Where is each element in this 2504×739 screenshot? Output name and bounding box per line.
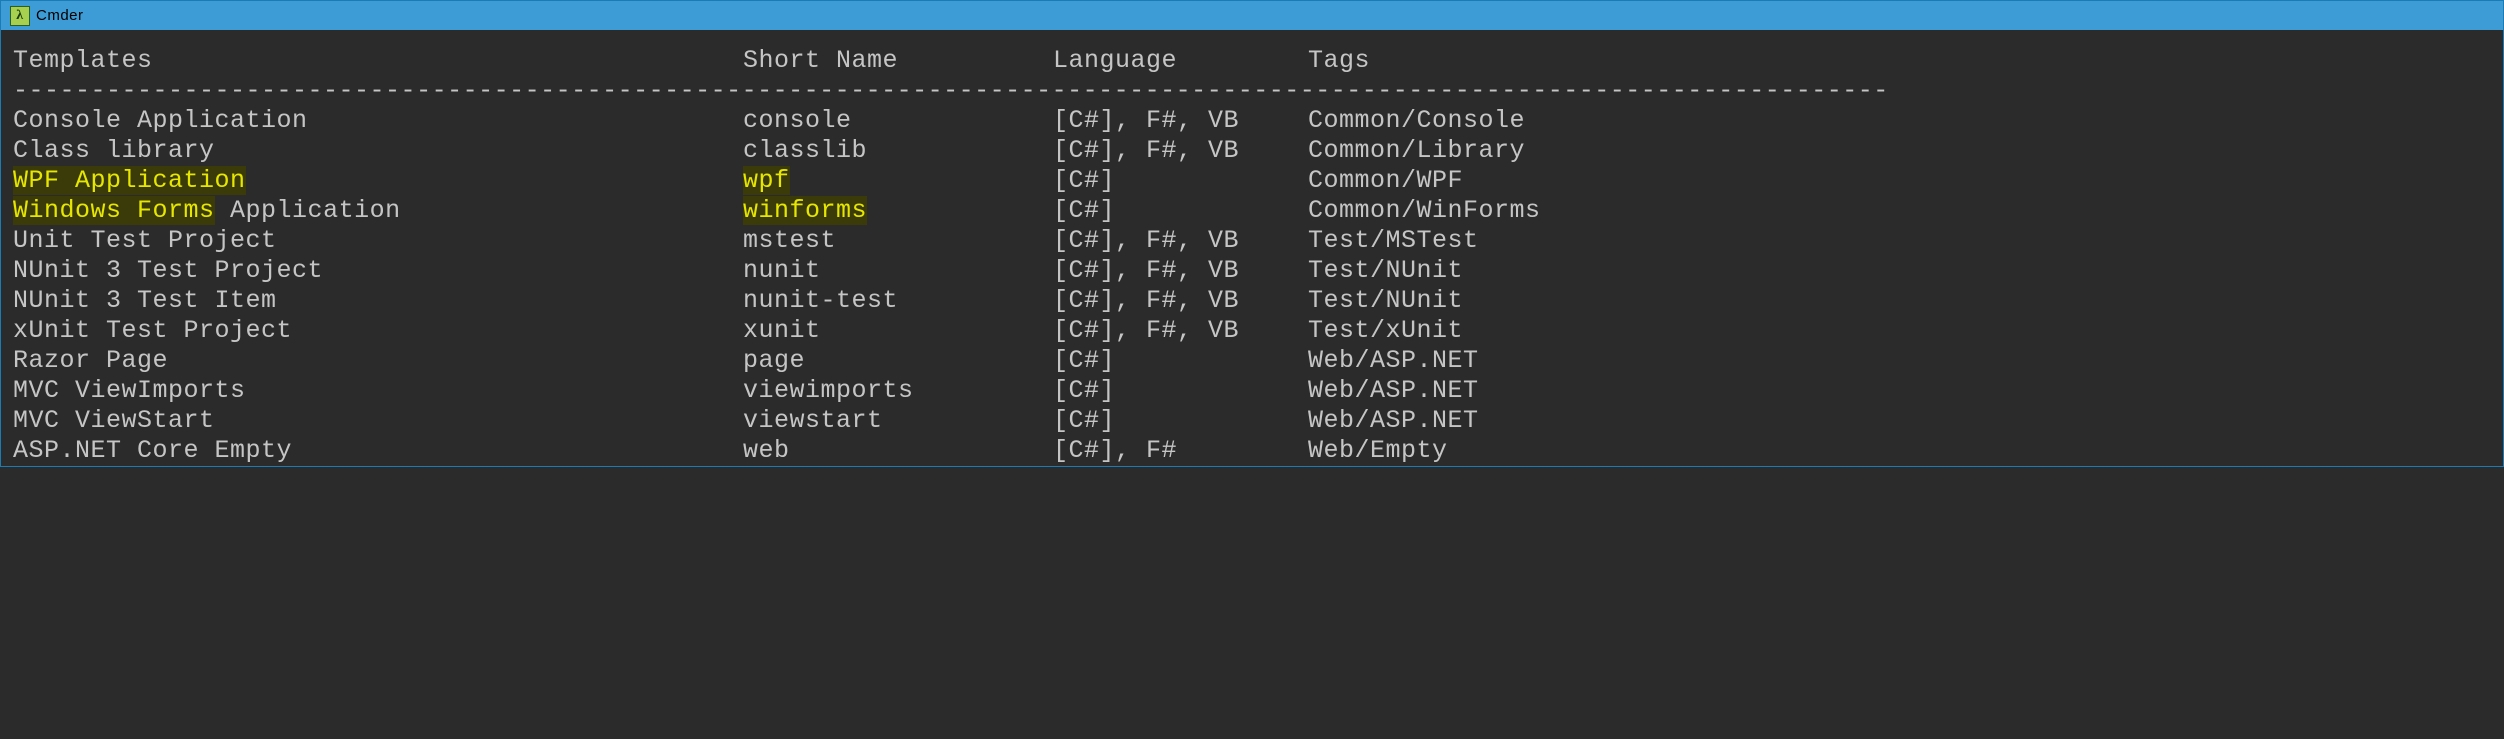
cell-tags: Web/ASP.NET xyxy=(1308,346,1479,376)
cell-shortname: nunit xyxy=(743,256,1053,286)
lambda-icon: λ xyxy=(10,6,30,26)
table-row: Class libraryclasslib[C#], F#, VBCommon/… xyxy=(13,136,2503,166)
cell-templates: xUnit Test Project xyxy=(13,316,743,346)
cell-tags: Web/ASP.NET xyxy=(1308,376,1479,406)
cell-tags: Web/ASP.NET xyxy=(1308,406,1479,436)
cell-shortname: page xyxy=(743,346,1053,376)
header-shortname: Short Name xyxy=(743,46,1053,76)
cell-tags: Common/Console xyxy=(1308,106,1525,136)
cell-language: [C#], F#, VB xyxy=(1053,286,1308,316)
cell-language: [C#], F# xyxy=(1053,436,1308,466)
cell-templates: ASP.NET Core Empty xyxy=(13,436,743,466)
cell-templates: Console Application xyxy=(13,106,743,136)
header-tags: Tags xyxy=(1308,46,1370,76)
cell-shortname: viewimports xyxy=(743,376,1053,406)
table-row: MVC ViewStartviewstart[C#]Web/ASP.NET xyxy=(13,406,2503,436)
cell-language: [C#] xyxy=(1053,166,1308,196)
table-row: Unit Test Projectmstest[C#], F#, VBTest/… xyxy=(13,226,2503,256)
cell-templates: Windows Forms Application xyxy=(13,196,743,226)
cell-shortname: viewstart xyxy=(743,406,1053,436)
table-row: ASP.NET Core Emptyweb[C#], F#Web/Empty xyxy=(13,436,2503,466)
cell-templates: Unit Test Project xyxy=(13,226,743,256)
table-row: NUnit 3 Test Projectnunit[C#], F#, VBTes… xyxy=(13,256,2503,286)
cell-tags: Common/WinForms xyxy=(1308,196,1541,226)
cell-tags: Web/Empty xyxy=(1308,436,1448,466)
separator-row: ----------------------------------------… xyxy=(13,76,2503,106)
cell-shortname: wpf xyxy=(743,166,1053,196)
header-templates: Templates xyxy=(13,46,743,76)
cell-language: [C#] xyxy=(1053,376,1308,406)
table-row: Console Applicationconsole[C#], F#, VBCo… xyxy=(13,106,2503,136)
cell-shortname: winforms xyxy=(743,196,1053,226)
cell-shortname: web xyxy=(743,436,1053,466)
cell-shortname: console xyxy=(743,106,1053,136)
table-row: MVC ViewImportsviewimports[C#]Web/ASP.NE… xyxy=(13,376,2503,406)
cell-language: [C#], F#, VB xyxy=(1053,226,1308,256)
cell-tags: Test/NUnit xyxy=(1308,286,1463,316)
table-row: Razor Pagepage[C#]Web/ASP.NET xyxy=(13,346,2503,376)
cell-shortname: nunit-test xyxy=(743,286,1053,316)
window-title: Cmder xyxy=(36,7,84,24)
cell-shortname: classlib xyxy=(743,136,1053,166)
cell-language: [C#] xyxy=(1053,346,1308,376)
cell-templates: MVC ViewStart xyxy=(13,406,743,436)
cell-templates: Class library xyxy=(13,136,743,166)
cell-language: [C#] xyxy=(1053,196,1308,226)
header-language: Language xyxy=(1053,46,1308,76)
cell-templates: Razor Page xyxy=(13,346,743,376)
cell-shortname: xunit xyxy=(743,316,1053,346)
cell-templates: WPF Application xyxy=(13,166,743,196)
cell-tags: Test/MSTest xyxy=(1308,226,1479,256)
cell-language: [C#], F#, VB xyxy=(1053,256,1308,286)
cell-language: [C#] xyxy=(1053,406,1308,436)
cell-tags: Test/xUnit xyxy=(1308,316,1463,346)
cell-language: [C#], F#, VB xyxy=(1053,106,1308,136)
cell-tags: Test/NUnit xyxy=(1308,256,1463,286)
console-output[interactable]: TemplatesShort NameLanguageTags --------… xyxy=(0,30,2504,467)
table-row: WPF Applicationwpf[C#]Common/WPF xyxy=(13,166,2503,196)
table-row: xUnit Test Projectxunit[C#], F#, VBTest/… xyxy=(13,316,2503,346)
window-titlebar[interactable]: λ Cmder xyxy=(0,0,2504,30)
header-row: TemplatesShort NameLanguageTags xyxy=(13,46,2503,76)
cell-templates: NUnit 3 Test Project xyxy=(13,256,743,286)
app-icon-glyph: λ xyxy=(16,8,23,24)
table-row: Windows Forms Applicationwinforms[C#]Com… xyxy=(13,196,2503,226)
cell-templates: NUnit 3 Test Item xyxy=(13,286,743,316)
cell-tags: Common/WPF xyxy=(1308,166,1463,196)
cell-tags: Common/Library xyxy=(1308,136,1525,166)
cell-language: [C#], F#, VB xyxy=(1053,316,1308,346)
table-row: NUnit 3 Test Itemnunit-test[C#], F#, VBT… xyxy=(13,286,2503,316)
cell-language: [C#], F#, VB xyxy=(1053,136,1308,166)
cell-shortname: mstest xyxy=(743,226,1053,256)
cell-templates: MVC ViewImports xyxy=(13,376,743,406)
